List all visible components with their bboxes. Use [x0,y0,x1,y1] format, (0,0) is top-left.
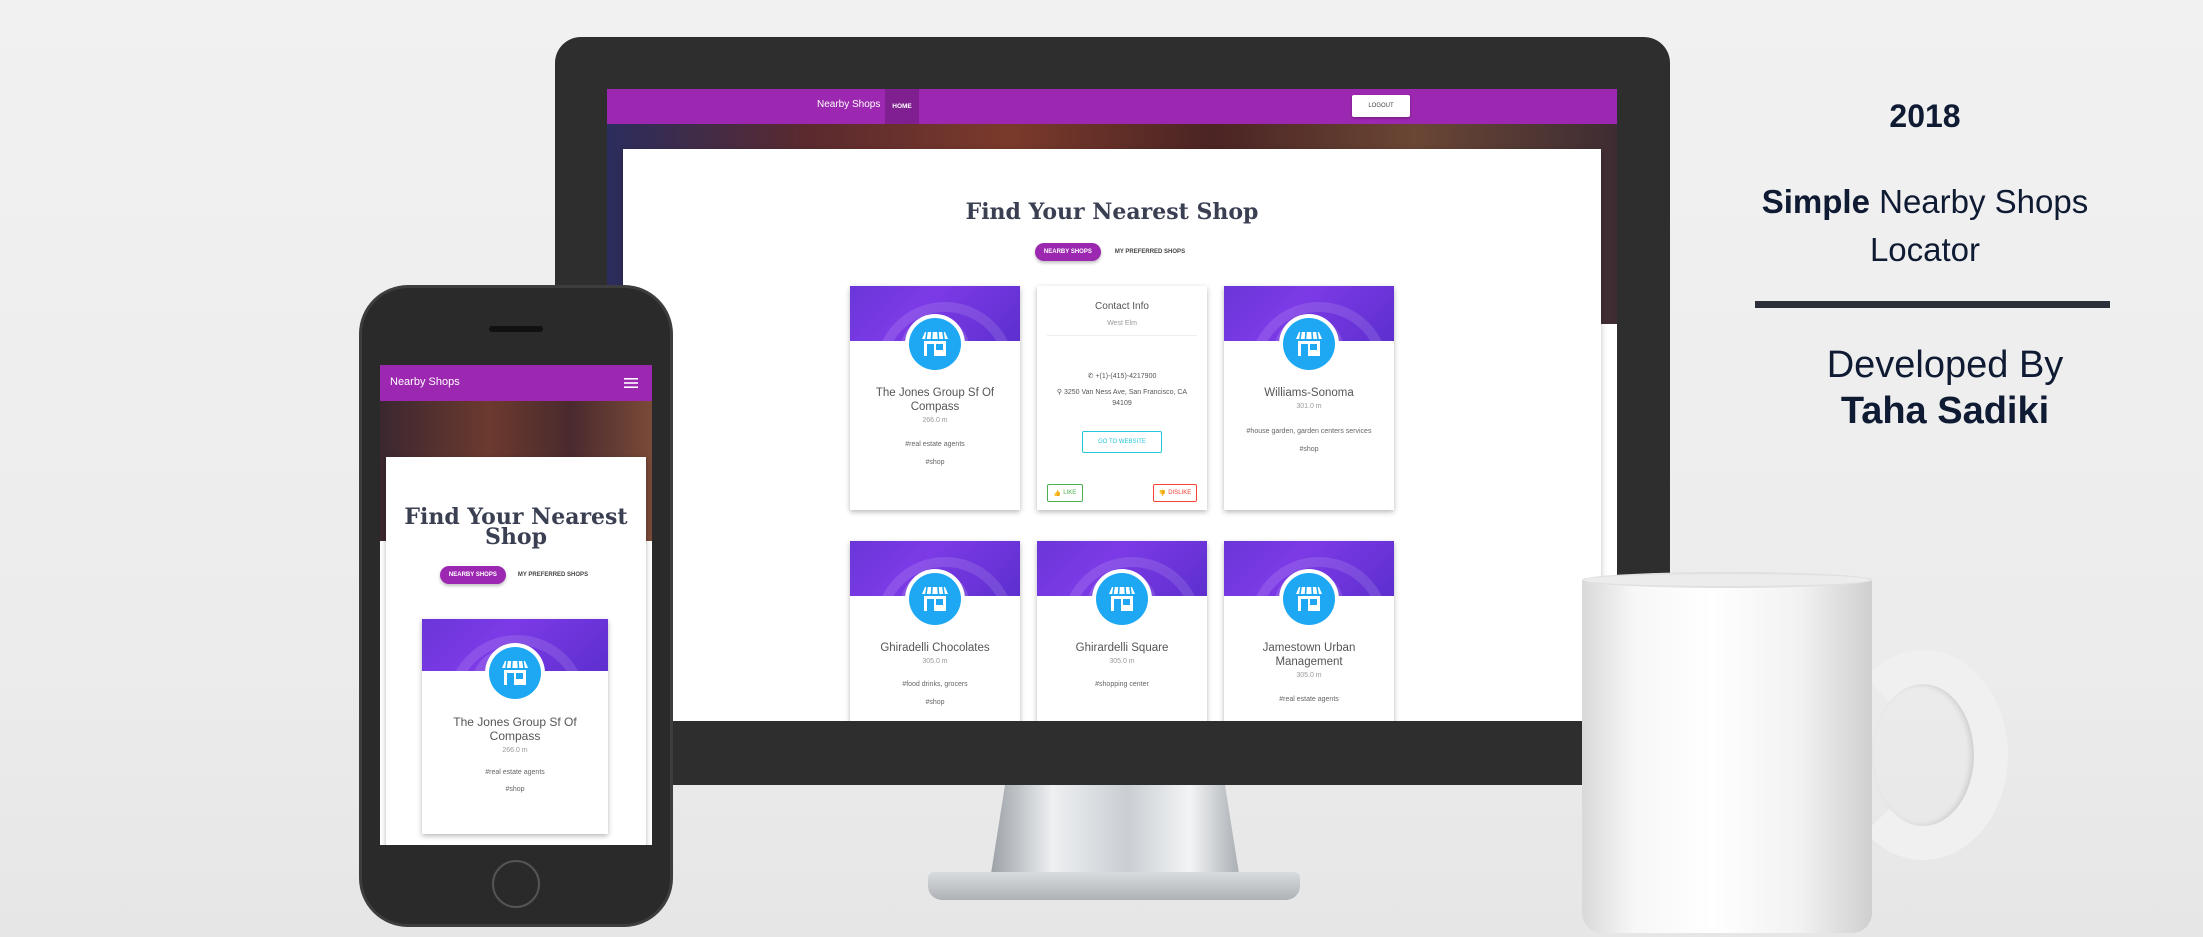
store-icon [1279,569,1339,629]
dislike-label: DISLIKE [1168,490,1192,496]
mobile-screen: Nearby Shops Find Your Nearest Shop NEAR… [380,365,652,845]
tagline-bold: Simple [1761,183,1870,220]
coffee-mug [1582,578,1872,933]
shop-distance: 305.0 m [1296,672,1322,679]
monitor-base [928,872,1300,900]
phone-home-button [492,860,540,908]
mobile-brand-link[interactable]: Nearby Shops [390,376,460,388]
shop-name: Ghiradelli Chocolates [880,642,990,654]
mobile-tabs: NEARBY SHOPS MY PREFERRED SHOPS [386,566,646,584]
monitor-stand [990,785,1240,880]
shop-distance: 301.0 m [1296,403,1322,410]
shop-card[interactable]: Williams-Sonoma 301.0 m #house garden, g… [1224,286,1394,510]
shop-tag: #real estate agents [485,769,545,776]
shop-distance: 266.0 m [502,747,528,754]
contact-address-text: 3250 Van Ness Ave, San Francisco, CA 941… [1064,389,1188,407]
thumbs-down-icon: 👎 [1158,490,1167,497]
contact-phone-text: +(1)-(415)-4217900 [1095,373,1157,380]
desktop-logout-button[interactable]: LOGOUT [1352,95,1410,117]
shop-tag: #shop [925,459,945,466]
store-icon [1279,314,1339,374]
map-marker-icon: ⚲ [1056,389,1063,396]
shop-card[interactable]: The Jones Group Sf Of Compass 266.0 m #r… [850,286,1020,510]
phone-icon: ✆ [1087,373,1094,380]
shop-tag: #house garden, garden centers services [1246,428,1372,435]
shop-tag: #real estate agents [905,441,965,448]
shop-tag: #shop [1299,446,1319,453]
project-tagline: Simple Nearby Shops Locator [1740,178,2110,274]
mobile-phone: Nearby Shops Find Your Nearest Shop NEAR… [362,288,670,924]
desktop-page-title: Find Your Nearest Shop [965,199,1259,225]
desktop-brand-link[interactable]: Nearby Shops [817,99,880,110]
store-icon [485,643,545,703]
mug-rim [1582,572,1872,588]
contact-address: ⚲ 3250 Van Ness Ave, San Francisco, CA 9… [1052,387,1192,409]
desktop-tab-nearby-shops[interactable]: NEARBY SHOPS [1034,243,1101,261]
shop-tag: #shop [505,786,525,793]
desktop-content-panel: Find Your Nearest Shop NEARBY SHOPS MY P… [623,149,1601,721]
desktop-navbar: Nearby Shops HOME LOGOUT [607,89,1617,124]
store-icon [1092,569,1152,629]
shop-distance: 305.0 m [1109,658,1135,665]
shop-name: The Jones Group Sf Of Compass [453,715,577,743]
section-divider [1755,301,2110,308]
desktop-tab-preferred-shops[interactable]: MY PREFERRED SHOPS [1111,243,1189,261]
shop-card[interactable]: Ghiradelli Chocolates 305.0 m #food drin… [850,541,1020,721]
mobile-navbar: Nearby Shops [380,365,652,401]
mobile-tab-preferred-shops[interactable]: MY PREFERRED SHOPS [514,566,592,584]
mobile-content-panel: Find Your Nearest Shop NEARBY SHOPS MY P… [386,457,646,845]
like-label: LIKE [1063,490,1077,496]
go-to-website-button[interactable]: GO TO WEBSITE [1082,431,1162,453]
developer-name: Taha Sadiki [1840,390,2050,432]
shop-card[interactable]: Ghirardelli Square 305.0 m #shopping cen… [1037,541,1207,721]
desktop-monitor: Nearby Shops HOME LOGOUT Find Your Neare… [555,37,1670,785]
shop-tag: #real estate agents [1279,696,1339,703]
tagline-rest: Nearby Shops Locator [1869,183,2089,268]
mobile-page-title: Find Your Nearest Shop [404,504,628,550]
contact-phone: ✆ +(1)-(415)-4217900 [1037,372,1207,380]
desktop-screen: Nearby Shops HOME LOGOUT Find Your Neare… [607,89,1617,721]
desktop-home-tab[interactable]: HOME [885,89,919,124]
shop-card[interactable]: The Jones Group Sf Of Compass 266.0 m #r… [422,619,608,834]
store-icon [905,314,965,374]
shop-name: Ghirardelli Square [1075,642,1169,654]
shop-name: Williams-Sonoma [1264,387,1354,399]
shop-distance: 305.0 m [922,658,948,665]
thumbs-up-icon: 👍 [1053,490,1062,497]
phone-speaker [489,326,543,332]
contact-shop-name: West Elm [1107,320,1137,327]
hamburger-menu-icon[interactable] [624,377,638,389]
promo-stage: Nearby Shops HOME LOGOUT Find Your Neare… [0,0,2203,937]
desktop-tabs: NEARBY SHOPS MY PREFERRED SHOPS [623,243,1601,261]
store-icon [905,569,965,629]
divider [1047,335,1197,336]
shop-tag: #shop [925,699,945,706]
shop-name: The Jones Group Sf Of Compass [875,387,995,413]
year-label: 2018 [1889,98,1961,134]
developed-by-label: Developed By [1826,344,2064,386]
shop-tag: #food drinks, grocers [902,681,968,688]
shop-distance: 266.0 m [922,417,948,424]
dislike-button[interactable]: 👎 DISLIKE [1153,484,1197,502]
contact-info-title: Contact Info [1095,301,1149,312]
like-button[interactable]: 👍 LIKE [1047,484,1083,502]
mobile-tab-nearby-shops[interactable]: NEARBY SHOPS [439,566,506,584]
shop-contact-card: Contact Info West Elm ✆ +(1)-(415)-42179… [1037,286,1207,510]
shop-name: Jamestown Urban Management [1262,642,1356,668]
shop-tag: #shopping center [1095,681,1149,688]
shop-card[interactable]: Jamestown Urban Management 305.0 m #real… [1224,541,1394,721]
